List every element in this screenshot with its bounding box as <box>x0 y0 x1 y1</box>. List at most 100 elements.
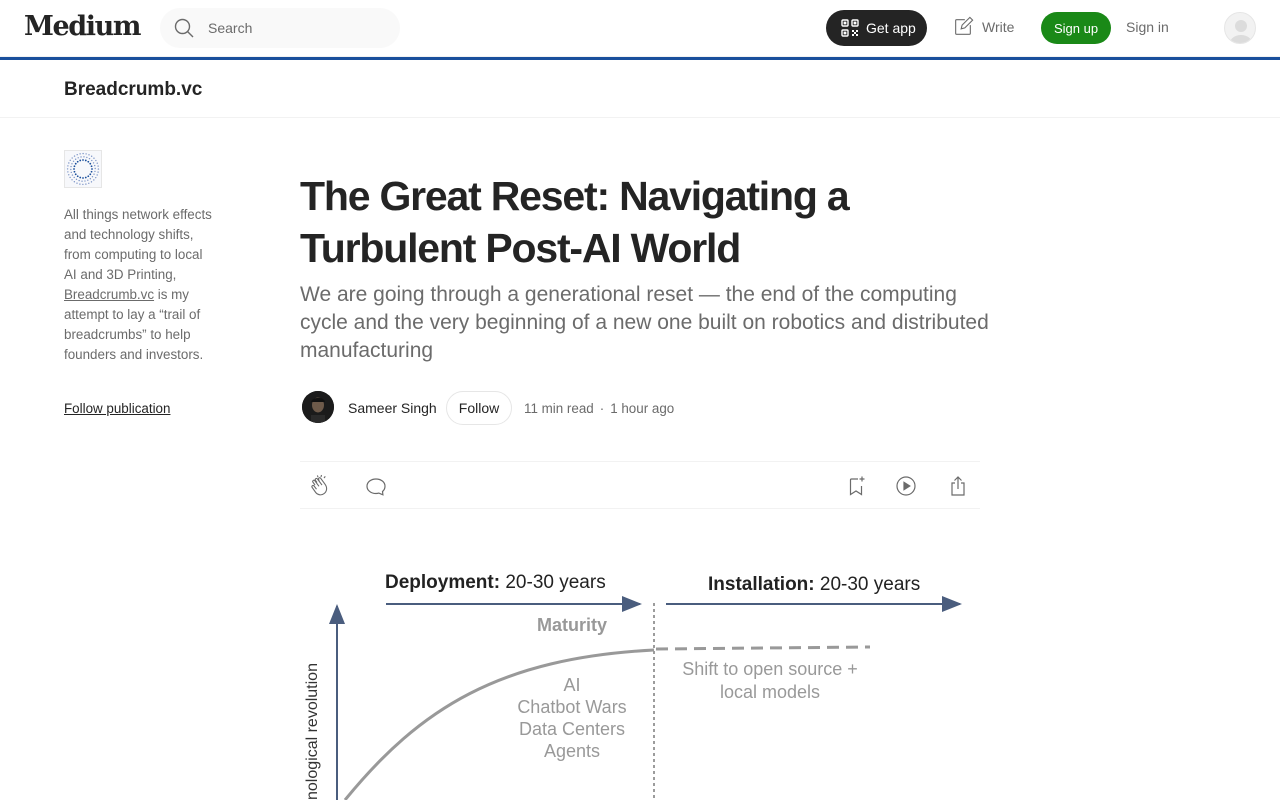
logo-dot <box>82 183 84 186</box>
search-input[interactable]: Search <box>160 8 400 48</box>
medium-logo[interactable]: Medium <box>24 11 141 42</box>
maturity-label: Maturity <box>537 615 607 635</box>
article-action-bar <box>300 461 980 509</box>
clap-icon[interactable] <box>308 474 332 498</box>
read-time: 11 min read <box>524 401 594 416</box>
dotted-circle-logo-icon <box>66 152 100 186</box>
logo-dot <box>87 160 90 163</box>
logo-dot <box>95 176 97 179</box>
logo-dot <box>67 165 69 167</box>
logo-dot <box>97 168 100 170</box>
logo-dot <box>72 160 75 162</box>
logo-dot <box>95 159 97 162</box>
phase-item-label: Data Centers <box>519 719 625 739</box>
deployment-label-years: 20-30 years <box>500 572 606 593</box>
logo-dot <box>74 158 77 160</box>
listen-icon[interactable] <box>894 474 918 498</box>
publication-logo[interactable] <box>64 150 102 188</box>
get-app-label: Get app <box>866 20 916 36</box>
logo-dot <box>96 162 98 164</box>
logo-dot <box>83 156 85 158</box>
logo-dot <box>73 155 76 157</box>
logo-dot <box>79 153 81 155</box>
logo-dot <box>84 159 87 162</box>
get-app-button[interactable]: Get app <box>826 10 927 46</box>
follow-publication-link[interactable]: Follow publication <box>64 401 170 416</box>
logo-dot <box>89 178 92 180</box>
logo-dot <box>73 165 76 168</box>
share-icon[interactable] <box>946 474 970 498</box>
publication-description-link[interactable]: Breadcrumb.vc <box>64 287 154 302</box>
tech-cycle-diagram: Deployment: 20-30 years Installation: 20… <box>304 572 962 800</box>
logo-dot <box>87 175 90 178</box>
logo-dot <box>79 176 82 179</box>
logo-dot <box>71 179 73 181</box>
logo-dot <box>96 174 98 176</box>
logo-dot <box>70 165 72 168</box>
logo-dot <box>93 173 95 175</box>
publication-header: Breadcrumb.vc <box>0 60 1280 118</box>
author-avatar[interactable] <box>302 391 334 423</box>
write-button[interactable]: Write <box>952 16 1014 38</box>
bookmark-icon[interactable] <box>844 474 868 498</box>
write-icon <box>955 16 974 35</box>
y-axis-label: nological revolution <box>304 663 321 800</box>
logo-dot <box>73 181 76 183</box>
phase-item-label: AI <box>563 675 580 695</box>
logo-dot <box>90 181 93 183</box>
logo-dot <box>71 163 73 165</box>
phase-item-label: Agents <box>544 741 600 761</box>
installation-label-bold: Installation: <box>708 574 815 595</box>
logo-dot <box>76 154 78 156</box>
logo-dot <box>74 173 77 176</box>
logo-dot <box>89 173 92 176</box>
logo-dot <box>71 174 74 176</box>
logo-dot <box>79 159 82 162</box>
logo-dot <box>68 174 70 176</box>
logo-dot <box>67 171 69 173</box>
logo-dot <box>74 162 77 165</box>
follow-author-button[interactable]: Follow <box>446 391 512 425</box>
logo-dot <box>76 182 78 184</box>
qr-code-icon <box>841 19 859 37</box>
logo-dot <box>90 165 93 168</box>
logo-dot <box>97 165 99 167</box>
sign-in-link[interactable]: Sign in <box>1126 19 1169 35</box>
logo-dot <box>79 183 81 185</box>
logo-dot <box>94 164 96 167</box>
user-placeholder-icon <box>1230 20 1252 43</box>
author-photo <box>302 391 334 423</box>
publication-name[interactable]: Breadcrumb.vc <box>64 79 202 101</box>
top-navbar: Medium Search Get app Write Sign up Sign… <box>0 0 1280 57</box>
user-avatar[interactable] <box>1224 12 1256 44</box>
article-meta: 11 min read · 1 hour ago <box>524 401 674 416</box>
write-label: Write <box>982 19 1015 35</box>
installation-label-years: 20-30 years <box>815 574 921 595</box>
logo-dot <box>73 168 75 170</box>
logo-dot <box>90 170 93 173</box>
logo-dot <box>87 179 89 181</box>
logo-dot <box>94 167 96 170</box>
comment-icon[interactable] <box>364 474 388 498</box>
sign-up-button[interactable]: Sign up <box>1041 12 1111 44</box>
article-title: The Great Reset: Navigating a Turbulent … <box>300 173 850 271</box>
logo-dot <box>81 180 83 182</box>
phase-items: AIChatbot WarsData CentersAgents <box>517 675 626 761</box>
article-hero-figure: Deployment: 20-30 years Installation: 20… <box>300 548 980 800</box>
logo-dot <box>85 153 87 155</box>
search-placeholder: Search <box>208 20 253 36</box>
meta-separator: · <box>599 401 605 416</box>
dashed-extension <box>655 645 871 651</box>
logo-dot <box>89 162 92 165</box>
logo-dot <box>71 157 73 159</box>
logo-dot <box>93 179 95 181</box>
publish-time: 1 hour ago <box>610 401 675 416</box>
logo-dot <box>69 176 71 179</box>
logo-dot <box>92 162 95 164</box>
logo-dot <box>90 155 93 157</box>
author-name[interactable]: Sameer Singh <box>348 400 437 416</box>
logo-dot <box>80 156 82 158</box>
logo-dot <box>94 170 96 173</box>
logo-dot <box>91 168 93 170</box>
logo-dot <box>73 170 76 173</box>
